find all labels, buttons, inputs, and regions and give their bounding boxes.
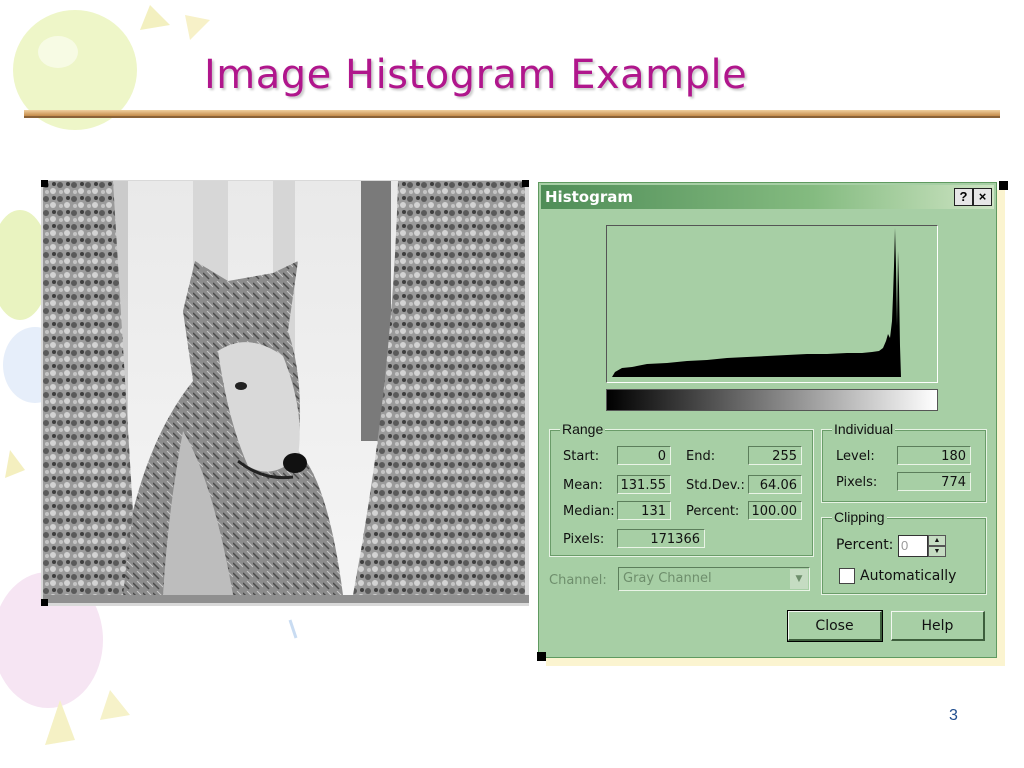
close-button[interactable]: Close [787, 610, 883, 642]
dialog-titlebar[interactable]: Histogram ? × [541, 185, 994, 209]
end-value: 255 [748, 446, 802, 465]
individual-pixels-label: Pixels: [836, 475, 878, 490]
photo-corner [41, 180, 48, 187]
histogram-curve [612, 228, 901, 377]
clipping-group-label: Clipping [832, 509, 887, 525]
stddev-label: Std.Dev.: [686, 478, 745, 493]
histogram-plot [606, 225, 938, 383]
range-group-label: Range [560, 421, 606, 437]
mean-label: Mean: [563, 478, 603, 493]
range-group: Range Start: 0 End: 255 Mean: 131.55 Std… [549, 421, 814, 557]
spin-up-icon[interactable]: ▲ [928, 535, 946, 546]
spin-down-icon[interactable]: ▼ [928, 546, 946, 557]
percent-label: Percent: [686, 504, 740, 519]
start-value: 0 [617, 446, 671, 465]
histogram-dialog: Histogram ? × Range Start: 0 End: 255 Me… [537, 181, 1008, 661]
clipping-percent-label: Percent: [836, 537, 894, 553]
pixels-label: Pixels: [563, 532, 605, 547]
channel-select[interactable]: Gray Channel ▼ [618, 567, 810, 591]
median-value: 131 [617, 501, 671, 520]
channel-label: Channel: [549, 573, 607, 588]
automatically-checkbox[interactable] [839, 568, 855, 584]
stddev-value: 64.06 [748, 475, 802, 494]
help-question-icon[interactable]: ? [954, 188, 973, 206]
photo-corner [41, 599, 48, 606]
automatically-label[interactable]: Automatically [860, 568, 956, 584]
chevron-down-icon[interactable]: ▼ [790, 569, 808, 589]
page-number: 3 [949, 707, 958, 724]
gray-gradient-bar [606, 389, 938, 411]
pixels-value: 171366 [617, 529, 705, 548]
individual-group-label: Individual [832, 421, 896, 437]
clipping-percent-input[interactable]: 0 [898, 535, 928, 557]
photo-frame [41, 180, 529, 606]
title-divider [24, 110, 1000, 118]
median-label: Median: [563, 504, 615, 519]
close-icon[interactable]: × [973, 188, 992, 206]
mean-value: 131.55 [617, 475, 671, 494]
start-label: Start: [563, 449, 600, 464]
dialog-corner [999, 181, 1008, 190]
level-label: Level: [836, 449, 875, 464]
slide-title: Image Histogram Example [204, 52, 748, 98]
wolf-photo [43, 181, 525, 595]
channel-selected-value: Gray Channel [623, 571, 712, 586]
photo-shadow [43, 595, 529, 603]
dialog-title: Histogram [545, 188, 633, 206]
individual-pixels-value: 774 [897, 472, 971, 491]
individual-group: Individual Level: 180 Pixels: 774 [821, 421, 987, 503]
help-button[interactable]: Help [891, 611, 985, 641]
end-label: End: [686, 449, 716, 464]
percent-value: 100.00 [748, 501, 802, 520]
level-value: 180 [897, 446, 971, 465]
photo-corner [522, 180, 529, 187]
dialog-corner [537, 652, 546, 661]
